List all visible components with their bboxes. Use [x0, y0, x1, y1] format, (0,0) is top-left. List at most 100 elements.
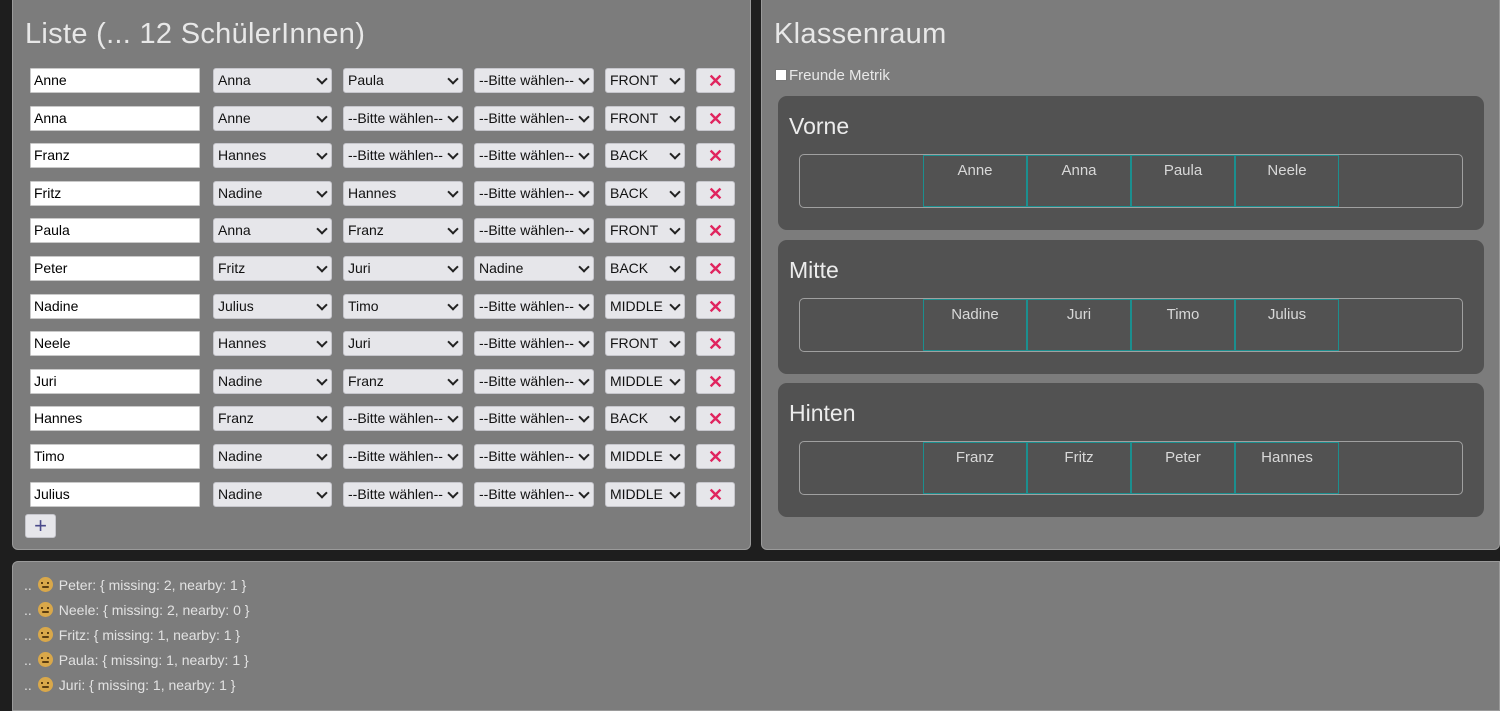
- friend-select-1[interactable]: Franz: [213, 406, 332, 432]
- position-select[interactable]: MIDDLE: [605, 481, 685, 507]
- friend-select-2[interactable]: --Bitte wählen--: [343, 105, 463, 131]
- seating-zone: Vorne Anne Anna Paula Neele: [778, 96, 1484, 230]
- student-name-input[interactable]: Julius: [30, 481, 200, 507]
- seat[interactable]: Anne: [923, 155, 1027, 207]
- friend-select-2[interactable]: Hannes: [343, 180, 463, 206]
- seat[interactable]: Peter: [1131, 442, 1235, 494]
- chevron-down-icon: [669, 73, 681, 85]
- close-icon: ✕: [707, 71, 724, 91]
- seat[interactable]: Timo: [1131, 299, 1235, 351]
- student-name-input[interactable]: Anne: [30, 68, 200, 93]
- seat[interactable]: Juri: [1027, 299, 1131, 351]
- friend-select-2[interactable]: Franz: [343, 218, 463, 244]
- friend-select-3[interactable]: --Bitte wählen--: [474, 368, 594, 394]
- position-select[interactable]: MIDDLE: [605, 293, 685, 319]
- delete-student-button[interactable]: ✕: [696, 180, 735, 206]
- friend-select-3[interactable]: --Bitte wählen--: [474, 143, 594, 169]
- delete-student-button[interactable]: ✕: [696, 68, 735, 93]
- student-name-input[interactable]: Nadine: [30, 293, 200, 319]
- student-name-input[interactable]: Peter: [30, 256, 200, 281]
- student-name-input[interactable]: Anna: [30, 105, 200, 131]
- friend-select-3[interactable]: --Bitte wählen--: [474, 105, 594, 131]
- friend-select-2[interactable]: --Bitte wählen--: [343, 444, 463, 469]
- delete-student-button[interactable]: ✕: [696, 105, 735, 131]
- friend-select-3[interactable]: --Bitte wählen--: [474, 331, 594, 357]
- friend-select-1[interactable]: Anna: [213, 68, 332, 93]
- friend-select-1[interactable]: Hannes: [213, 143, 332, 169]
- delete-student-button[interactable]: ✕: [696, 444, 735, 469]
- position-select[interactable]: FRONT: [605, 218, 685, 244]
- select-value: Nadine: [218, 184, 263, 201]
- chevron-down-icon: [316, 336, 328, 348]
- chevron-down-icon: [669, 298, 681, 311]
- seat[interactable]: Anna: [1027, 155, 1131, 207]
- position-select[interactable]: FRONT: [605, 105, 685, 131]
- student-name-input[interactable]: Timo: [30, 444, 200, 469]
- friend-select-3[interactable]: --Bitte wählen--: [474, 180, 594, 206]
- seat[interactable]: Franz: [923, 442, 1027, 494]
- friend-select-1[interactable]: Anna: [213, 218, 332, 244]
- friends-metric-checkbox[interactable]: [775, 68, 787, 81]
- student-name-input[interactable]: Franz: [30, 143, 200, 169]
- delete-student-button[interactable]: ✕: [696, 406, 735, 432]
- close-icon: ✕: [707, 296, 724, 317]
- position-select[interactable]: BACK: [605, 180, 685, 206]
- friend-select-2[interactable]: Juri: [343, 256, 463, 281]
- delete-student-button[interactable]: ✕: [696, 368, 735, 394]
- chevron-down-icon: [316, 411, 328, 424]
- chevron-down-icon: [578, 449, 590, 461]
- friend-select-3[interactable]: --Bitte wählen--: [474, 293, 594, 319]
- delete-student-button[interactable]: ✕: [696, 256, 735, 281]
- add-student-button[interactable]: +: [25, 514, 56, 538]
- friend-select-1[interactable]: Anne: [213, 105, 332, 131]
- position-select[interactable]: BACK: [605, 406, 685, 432]
- seat[interactable]: Hannes: [1235, 442, 1339, 494]
- friends-metric-toggle[interactable]: Freunde Metrik: [775, 67, 890, 84]
- friend-select-1[interactable]: Hannes: [213, 331, 332, 357]
- friend-select-2[interactable]: Timo: [343, 293, 463, 319]
- friend-select-2[interactable]: --Bitte wählen--: [343, 406, 463, 432]
- delete-student-button[interactable]: ✕: [696, 143, 735, 169]
- friend-select-3[interactable]: --Bitte wählen--: [474, 406, 594, 432]
- select-value: --Bitte wählen--: [479, 372, 574, 389]
- friend-select-3[interactable]: --Bitte wählen--: [474, 444, 594, 469]
- delete-student-button[interactable]: ✕: [696, 331, 735, 357]
- position-select[interactable]: MIDDLE: [605, 444, 685, 469]
- seat[interactable]: Paula: [1131, 155, 1235, 207]
- friend-select-3[interactable]: --Bitte wählen--: [474, 218, 594, 244]
- friend-select-1[interactable]: Nadine: [213, 481, 332, 507]
- friend-select-1[interactable]: Nadine: [213, 444, 332, 469]
- friend-select-2[interactable]: Juri: [343, 331, 463, 357]
- student-name-input[interactable]: Paula: [30, 218, 200, 244]
- student-name-input[interactable]: Neele: [30, 331, 200, 357]
- position-select[interactable]: BACK: [605, 143, 685, 169]
- student-name-input[interactable]: Fritz: [30, 180, 200, 206]
- position-select[interactable]: BACK: [605, 256, 685, 281]
- friend-select-3[interactable]: --Bitte wählen--: [474, 481, 594, 507]
- seat[interactable]: Fritz: [1027, 442, 1131, 494]
- friend-select-2[interactable]: --Bitte wählen--: [343, 143, 463, 169]
- friend-select-1[interactable]: Nadine: [213, 368, 332, 394]
- metrics-log-panel: .. Peter: { missing: 2, nearby: 1 }.. Neel…: [12, 561, 1500, 711]
- delete-student-button[interactable]: ✕: [696, 218, 735, 244]
- friend-select-1[interactable]: Nadine: [213, 180, 332, 206]
- seat[interactable]: Julius: [1235, 299, 1339, 351]
- friend-select-1[interactable]: Fritz: [213, 256, 332, 281]
- position-select[interactable]: MIDDLE: [605, 368, 685, 394]
- friend-select-3[interactable]: --Bitte wählen--: [474, 68, 594, 93]
- friend-select-2[interactable]: --Bitte wählen--: [343, 481, 463, 507]
- delete-student-button[interactable]: ✕: [696, 293, 735, 319]
- seat[interactable]: Nadine: [923, 299, 1027, 351]
- friend-select-1[interactable]: Julius: [213, 293, 332, 319]
- delete-student-button[interactable]: ✕: [696, 481, 735, 507]
- position-select[interactable]: FRONT: [605, 331, 685, 357]
- seat[interactable]: Neele: [1235, 155, 1339, 207]
- friend-select-2[interactable]: Paula: [343, 68, 463, 93]
- position-select[interactable]: FRONT: [605, 68, 685, 93]
- close-icon: ✕: [707, 371, 724, 392]
- student-name-input[interactable]: Juri: [30, 368, 200, 394]
- friend-select-3[interactable]: Nadine: [474, 256, 594, 281]
- friend-select-2[interactable]: Franz: [343, 368, 463, 394]
- student-name-input[interactable]: Hannes: [30, 406, 200, 432]
- select-value: MIDDLE: [610, 372, 663, 389]
